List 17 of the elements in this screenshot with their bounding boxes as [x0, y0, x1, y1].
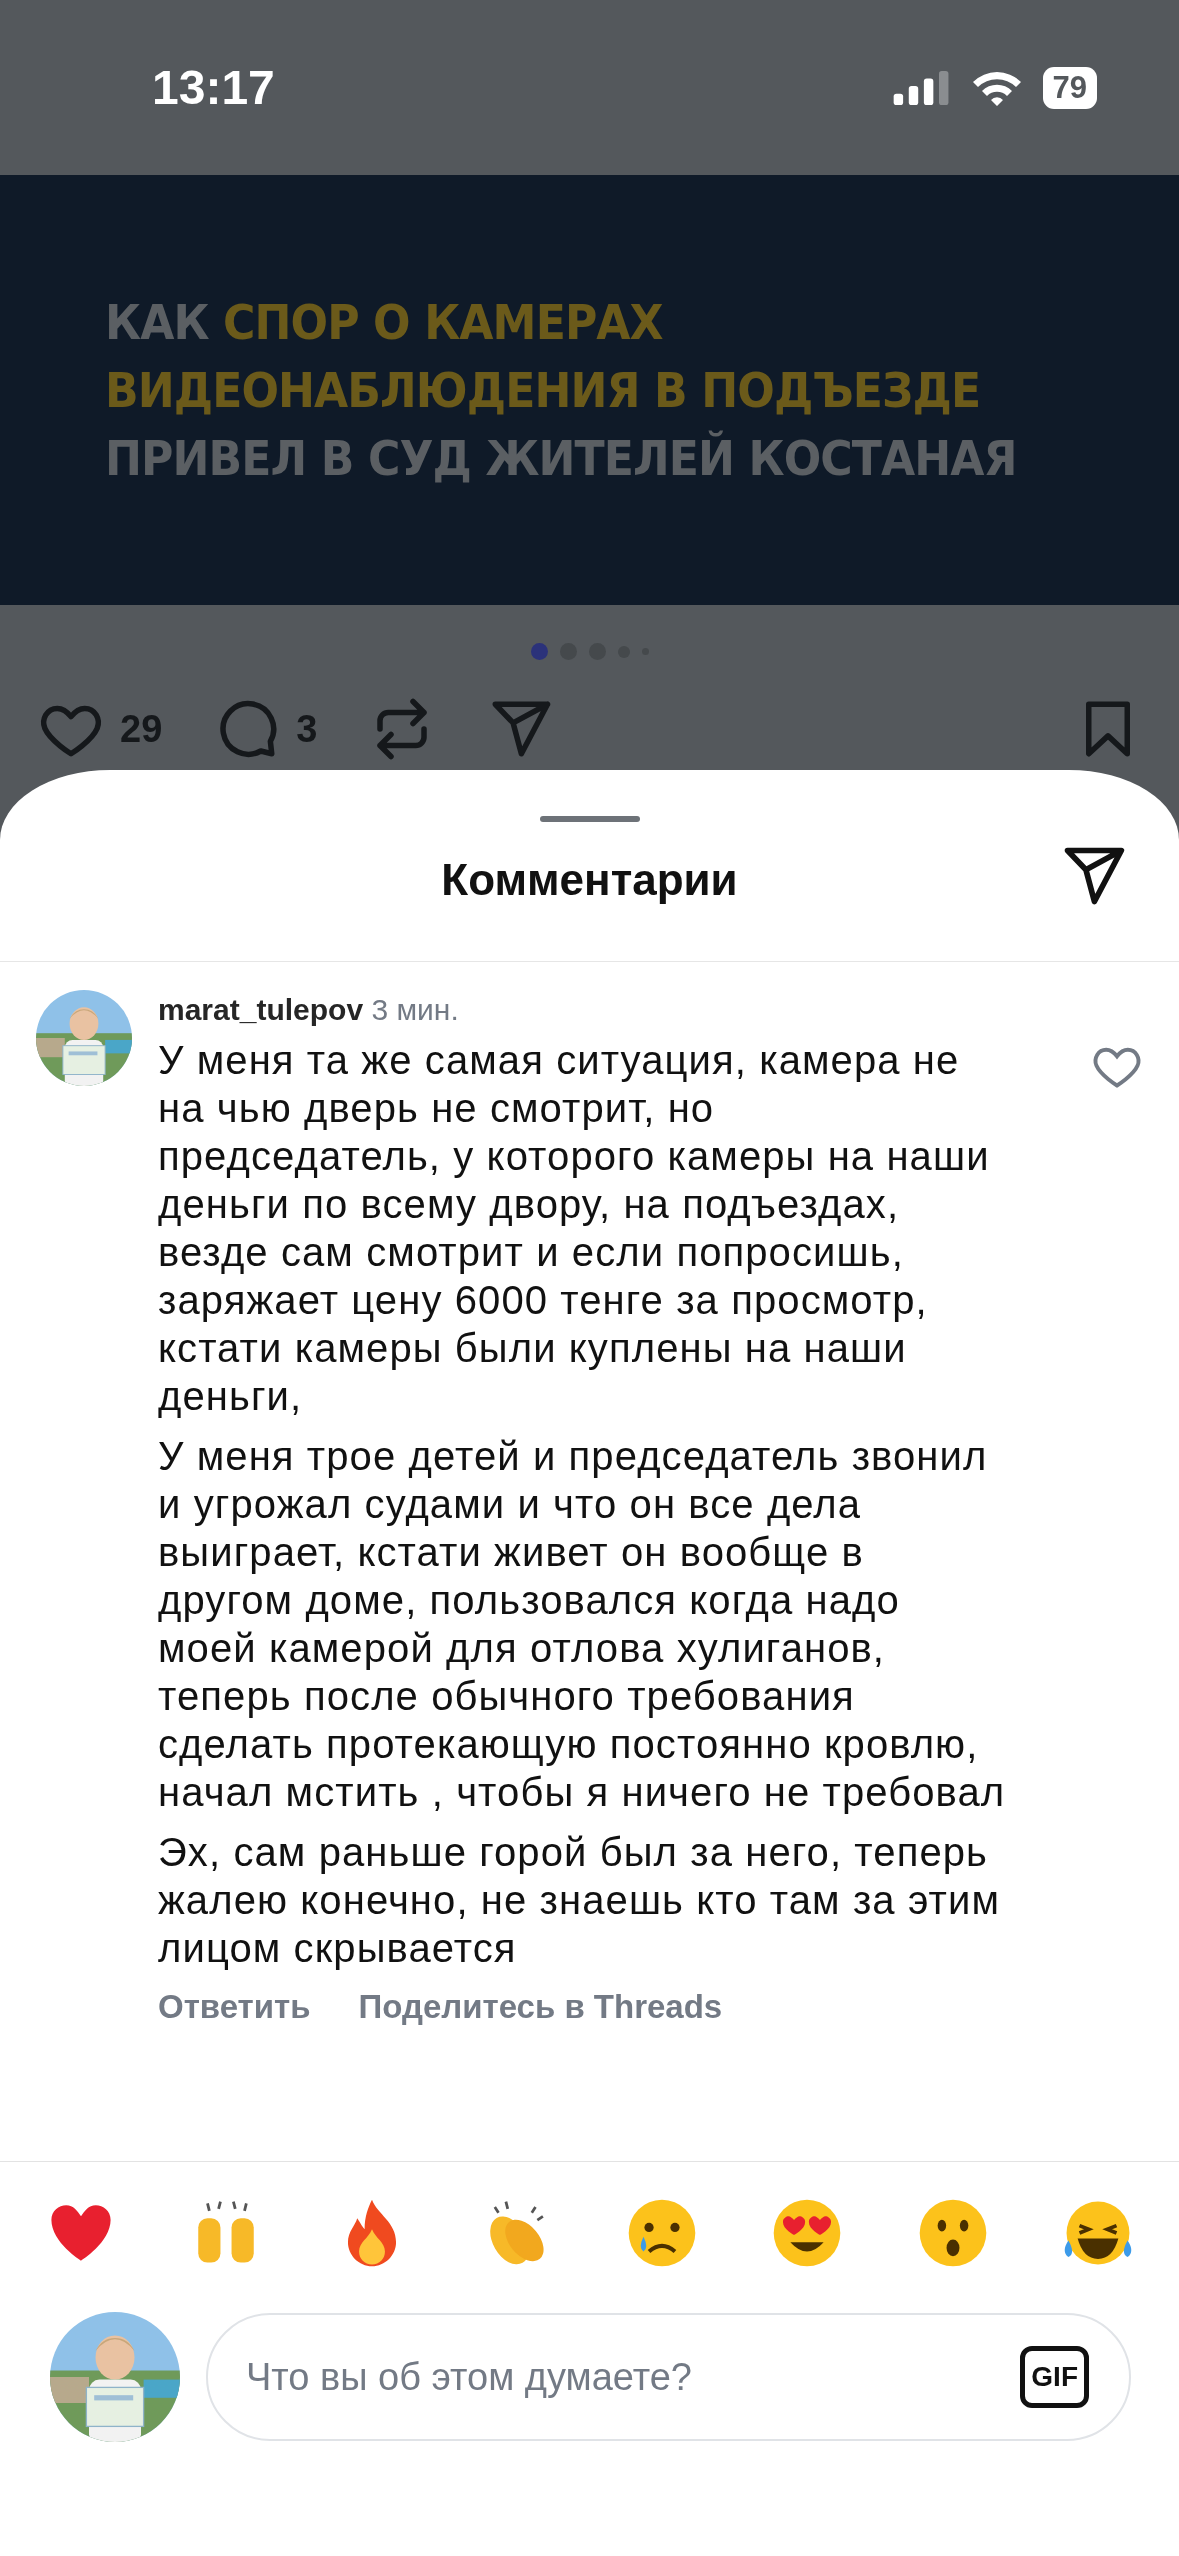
like-count: 29: [120, 707, 163, 751]
comment-text: У меня та же самая ситуация, камера не на чью дверь не смотрит, но председатель, у которого камеры на наши деньги по всему двору, на подъездах, везде сам смотрит и если попросишь, заряжает цену 6000 тенге за просмотр, кстати камеры были куплены на наши деньги,: [158, 1037, 991, 1420]
comment-text: Эх, сам раньше горой был за него, теперь жалею конечно, не знаешь кто там за этим лицом скрывается: [158, 1829, 1002, 1972]
gif-button[interactable]: GIF: [1020, 2346, 1089, 2408]
sheet-handle[interactable]: [539, 816, 640, 822]
comment-action[interactable]: Ответить: [158, 1988, 311, 2026]
comment-time: 3 мин.: [371, 993, 459, 1026]
username[interactable]: marat_tulepov: [158, 993, 364, 1026]
headline: КАК СПОР О КАМЕРАХ ВИДЕОНАБЛЮДЕНИЯ В ПОДЪЕЗДЕ ПРИВЕЛ В СУД ЖИТЕЛЕЙ КОСТАНАЯ: [105, 293, 1017, 488]
comment-text: У меня трое детей и председатель звонил и угрожал судами и что он все дела выиграет, кстати живет он вообще в другом доме, пользовался когда надо моей камерой для отлова хулиганов, теперь после обычного требования сделать протекающую постоянно кровлю, начал мстить , чтобы я ничего не требовал: [158, 1433, 1007, 1816]
signal-icon: [892, 70, 951, 105]
comment-count: 3: [296, 707, 318, 751]
comment-action[interactable]: Поделитесь в Threads: [358, 1988, 723, 2026]
sheet-title: Комментарии: [441, 854, 738, 905]
comment-field[interactable]: Что вы об этом думаете? GIF: [206, 2313, 1131, 2441]
battery-indicator: 79: [1042, 66, 1097, 109]
status-time: 13:17: [152, 60, 275, 115]
